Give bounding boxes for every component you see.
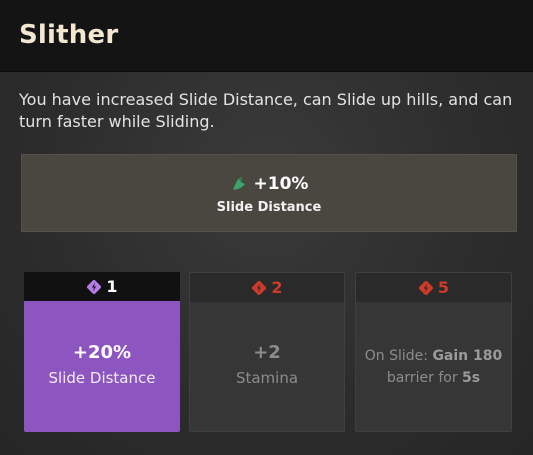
tier-1-cost: 1 bbox=[106, 277, 118, 296]
tier-2-value: +2 bbox=[253, 342, 281, 363]
tier-2-cost: 2 bbox=[271, 278, 283, 297]
tier-2-body: +2 Stamina bbox=[190, 302, 344, 431]
tier-3-prefix: On Slide: bbox=[364, 347, 433, 364]
tier-2-header: 2 bbox=[190, 273, 344, 302]
tier-3-body: On Slide: Gain 180 barrier for 5s bbox=[356, 302, 511, 431]
tier-1-label: Slide Distance bbox=[48, 369, 156, 387]
ability-description: You have increased Slide Distance, can S… bbox=[19, 90, 513, 131]
tier-3-line-2: barrier for bbox=[386, 369, 463, 386]
augment-point-icon bbox=[86, 279, 102, 295]
bonus-panel: +10% Slide Distance bbox=[21, 154, 517, 232]
tier-3-header: 5 bbox=[356, 273, 511, 302]
tier-3-cost: 5 bbox=[437, 278, 450, 297]
bonus-row: +10% bbox=[22, 174, 516, 194]
page-title: Slither bbox=[19, 20, 119, 50]
tier-1-body: +20% Slide Distance bbox=[24, 301, 180, 432]
slide-boot-icon bbox=[230, 175, 248, 193]
tier-card-1[interactable]: 1 +20% Slide Distance bbox=[24, 272, 180, 432]
tier-1-header: 1 bbox=[24, 272, 180, 301]
bonus-label: Slide Distance bbox=[216, 200, 322, 215]
tier-card-2[interactable]: 2 +2 Stamina bbox=[189, 272, 345, 432]
augment-point-icon bbox=[251, 280, 267, 296]
tier-3-bold-2: 5s bbox=[462, 369, 481, 386]
tier-2-label: Stamina bbox=[235, 369, 299, 387]
header-bar: Slither bbox=[0, 0, 533, 72]
tier-1-value: +20% bbox=[72, 342, 132, 363]
bonus-value: +10% bbox=[253, 174, 309, 194]
tier-3-bold-1: Gain 180 bbox=[432, 347, 503, 364]
augment-point-icon bbox=[418, 280, 434, 296]
tier-card-3[interactable]: 5 On Slide: Gain 180 barrier for 5s bbox=[355, 272, 512, 432]
tier-3-text: On Slide: Gain 180 barrier for 5s bbox=[357, 345, 511, 389]
